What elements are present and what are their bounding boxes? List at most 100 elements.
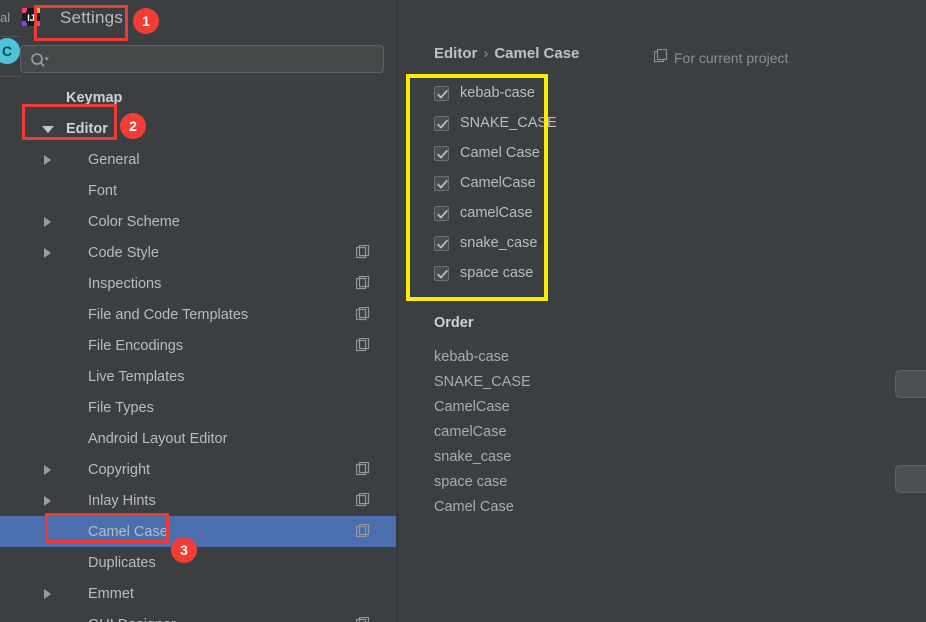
project-scope-indicator: For current project [653,48,789,66]
checkbox-row[interactable]: space case [434,258,557,288]
order-list-item[interactable]: CamelCase [434,395,531,420]
sidebar-item-keymap[interactable]: Keymap [0,82,396,113]
order-list[interactable]: kebab-case SNAKE_CASE CamelCase camelCase sn… [434,345,531,520]
breadcrumb: Editor › Camel Case [434,45,579,62]
avatar[interactable]: C [0,38,20,64]
breadcrumb-current: Camel Case [494,45,580,62]
checkbox-label: camelCase [460,205,533,221]
sidebar-item-label: Duplicates [88,554,156,571]
checkbox-camel-case[interactable] [434,145,449,161]
order-list-item[interactable]: kebab-case [434,345,531,370]
sidebar-item-file-encodings[interactable]: File Encodings [0,330,396,361]
settings-dialog-screenshot: al C Pro ra IJ Settings [0,0,926,622]
project-scope-icon [355,616,370,622]
project-scope-icon [355,461,370,476]
sidebar-item-label: Emmet [88,585,134,602]
sidebar-item-emmet[interactable]: Emmet [0,578,396,609]
sidebar-item-file-types[interactable]: File Types [0,392,396,423]
checkbox-row[interactable]: CamelCase [434,168,557,198]
checkbox-row[interactable]: Camel Case [434,138,557,168]
project-scope-label: For current project [674,49,789,66]
sidebar-item-font[interactable]: Font [0,175,396,206]
chevron-right-icon[interactable] [44,496,51,506]
project-scope-icon [355,337,370,352]
order-list-item[interactable]: Camel Case [434,495,531,520]
sidebar-item-code-style[interactable]: Code Style [0,237,396,268]
breadcrumb-separator: › [483,45,489,62]
sidebar-item-inspections[interactable]: Inspections [0,268,396,299]
sidebar-item-label: Live Templates [88,368,185,385]
order-list-item[interactable]: space case [434,470,531,495]
chevron-right-icon[interactable] [44,465,51,475]
checkbox-space-case[interactable] [434,265,449,281]
chevron-right-icon[interactable] [44,217,51,227]
ide-text-fragment-top: al [0,10,11,25]
checkbox-label: Camel Case [460,145,540,161]
sidebar-item-label: File Types [88,399,154,416]
sidebar-item-duplicates[interactable]: Duplicates [0,547,396,578]
checkbox-row[interactable]: camelCase [434,198,557,228]
sidebar-item-copyright[interactable]: Copyright [0,454,396,485]
sidebar-item-label: Inspections [88,275,162,292]
checkbox-snake-case[interactable] [434,235,449,251]
checkbox-label: space case [460,265,534,281]
sidebar-item-label: GUI Designer [88,617,176,622]
sidebar-item-label: Font [88,182,118,199]
search-input[interactable] [55,46,379,74]
sidebar-item-android-layout-editor[interactable]: Android Layout Editor [0,423,396,454]
checkbox-label: SNAKE_CASE [460,115,557,131]
order-list-item[interactable]: camelCase [434,420,531,445]
sidebar-item-gui-designer[interactable]: GUI Designer [0,609,396,622]
camel-case-settings-panel: Editor › Camel Case For current project ke… [398,0,926,622]
checkbox-row[interactable]: snake_case [434,228,557,258]
sidebar-item-color-scheme[interactable]: Color Scheme [0,206,396,237]
checkbox-camelcase[interactable] [434,205,449,221]
checkbox-snake-case[interactable] [434,115,449,131]
project-scope-icon [355,275,370,290]
order-list-item[interactable]: SNAKE_CASE [434,370,531,395]
checkbox-label: snake_case [460,235,538,251]
settings-dialog: IJ Settings Keymap Editor General Font Color… [0,0,926,622]
chevron-right-icon[interactable] [44,155,51,165]
sidebar-item-label: Copyright [88,461,151,478]
sidebar-item-live-templates[interactable]: Live Templates [0,361,396,392]
chevron-right-icon[interactable] [44,248,51,258]
copy-scope-icon [653,48,668,66]
chevron-down-icon[interactable] [42,126,54,138]
checkbox-camelcase[interactable] [434,175,449,191]
checkbox-row[interactable]: kebab-case [434,78,557,108]
ide-divider [0,36,22,37]
side-button-up[interactable] [895,370,926,398]
jetbrains-idea-icon: IJ [22,8,40,26]
chevron-right-icon[interactable] [44,589,51,599]
svg-text:IJ: IJ [27,13,35,23]
checkbox-kebab-case[interactable] [434,85,449,101]
sidebar-item-label: Android Layout Editor [88,430,228,447]
ide-divider [0,76,22,77]
search-icon [30,51,50,69]
sidebar-item-label: Camel Case [88,523,168,540]
breadcrumb-parent[interactable]: Editor [434,45,477,62]
sidebar-item-camel-case[interactable]: Camel Case [0,516,396,547]
order-section-title: Order [434,315,474,331]
case-type-checkbox-list: kebab-case SNAKE_CASE Camel Case CamelCase c… [434,78,557,288]
sidebar-item-label: Color Scheme [88,213,180,230]
sidebar-item-inlay-hints[interactable]: Inlay Hints [0,485,396,516]
sidebar-item-label: File and Code Templates [88,306,249,323]
project-scope-icon [355,523,370,538]
sidebar-item-label: File Encodings [88,337,184,354]
checkbox-row[interactable]: SNAKE_CASE [434,108,557,138]
order-list-item[interactable]: snake_case [434,445,531,470]
sidebar-item-editor[interactable]: Editor [0,113,396,144]
sidebar-item-general[interactable]: General [0,144,396,175]
sidebar-item-file-and-code-templates[interactable]: File and Code Templates [0,299,396,330]
sidebar-item-label: Inlay Hints [88,492,156,509]
project-scope-icon [355,492,370,507]
search-box[interactable] [20,45,384,74]
sidebar-item-label: Code Style [88,244,159,261]
project-scope-icon [355,244,370,259]
settings-category-tree[interactable]: Keymap Editor General Font Color Scheme Code … [0,82,396,622]
project-scope-icon [355,306,370,321]
sidebar-item-label: Editor [66,120,108,137]
side-button-down[interactable] [895,465,926,493]
